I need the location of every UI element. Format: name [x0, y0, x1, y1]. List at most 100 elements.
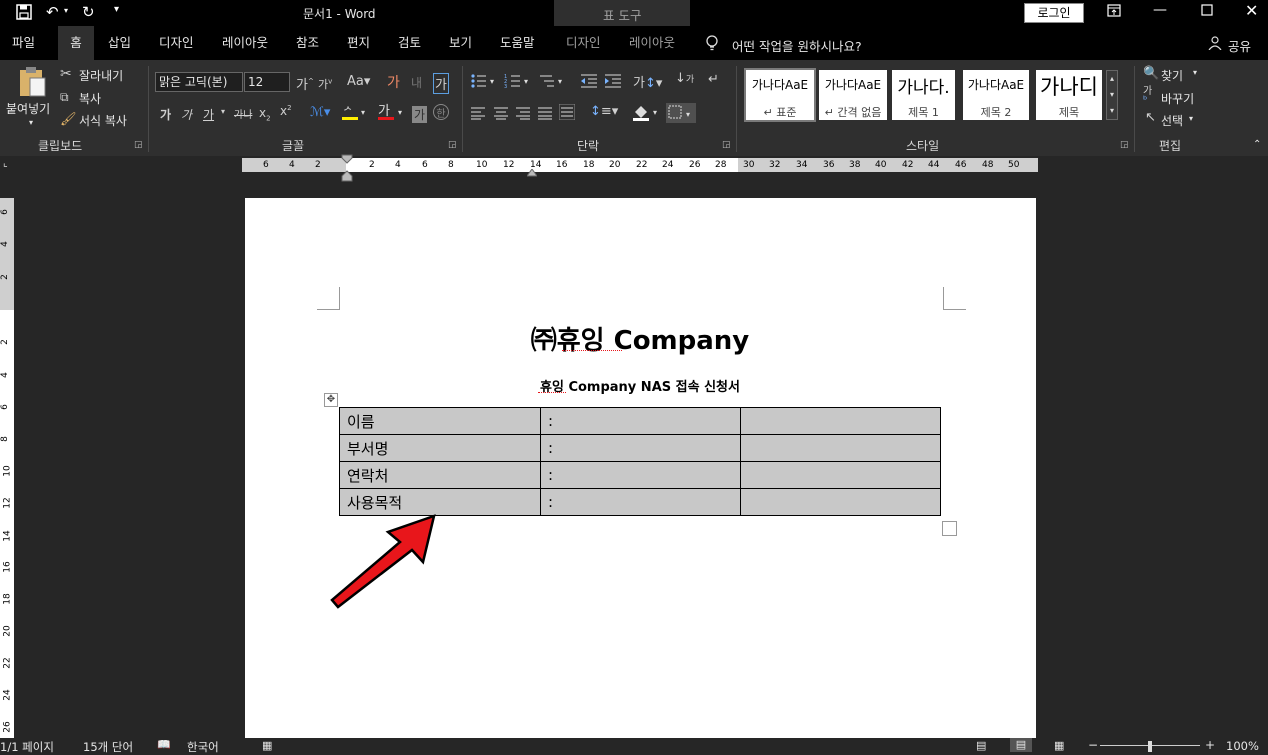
tab-layout[interactable]: 레이아웃	[222, 26, 268, 60]
save-icon[interactable]	[16, 4, 32, 24]
sort-icon[interactable]: ↓가	[675, 71, 694, 86]
clipboard-launcher-icon[interactable]: ◲	[134, 140, 143, 150]
find-button[interactable]: 찾기	[1161, 67, 1183, 84]
undo-icon[interactable]: ↶	[46, 3, 59, 21]
zoom-slider-thumb[interactable]	[1148, 741, 1152, 752]
paste-button[interactable]: 붙여넣기	[6, 100, 50, 117]
numbering-icon[interactable]: 1 2 3 ▾	[504, 73, 532, 92]
select-dropdown-icon[interactable]: ▾	[1189, 114, 1193, 123]
table-cell-value[interactable]	[740, 434, 941, 462]
ribbon-display-options-icon[interactable]	[1107, 4, 1121, 20]
select-button[interactable]: 선택	[1161, 112, 1183, 129]
style-title[interactable]: 가나디 제목	[1036, 70, 1102, 120]
tab-help[interactable]: 도움말	[500, 26, 535, 60]
maximize-icon[interactable]	[1201, 4, 1213, 19]
share-button[interactable]: 공유	[1228, 36, 1251, 55]
document-title[interactable]: ㈜휴잉 Company	[340, 320, 940, 357]
print-layout-icon[interactable]: ▤	[1010, 738, 1032, 752]
style-normal[interactable]: 가나다AaE ↵ 표준	[744, 68, 816, 122]
tab-review[interactable]: 검토	[398, 26, 421, 60]
tab-references[interactable]: 참조	[296, 26, 319, 60]
styles-launcher-icon[interactable]: ◲	[1120, 140, 1129, 150]
character-shading-icon[interactable]: 가	[412, 106, 428, 123]
tab-table-layout[interactable]: 레이아웃	[629, 26, 675, 60]
zoom-in-icon[interactable]: +	[1205, 738, 1215, 752]
table-cell-colon[interactable]: :	[540, 434, 741, 462]
align-right-icon[interactable]	[515, 106, 531, 123]
underline-icon[interactable]: 가	[203, 106, 214, 123]
page-count[interactable]: 1/1 페이지	[0, 739, 54, 755]
zoom-out-icon[interactable]: −	[1088, 738, 1098, 752]
collapse-ribbon-icon[interactable]: ⌃	[1253, 139, 1261, 150]
character-border-icon[interactable]: 가	[433, 73, 449, 94]
close-icon[interactable]: ✕	[1245, 1, 1258, 20]
decrease-indent-icon[interactable]	[580, 73, 598, 92]
undo-dropdown-icon[interactable]: ▾	[64, 6, 68, 15]
paste-icon[interactable]	[17, 66, 47, 101]
font-color-icon[interactable]: 가 ▾	[377, 103, 407, 124]
copy-button[interactable]: 복사	[79, 90, 101, 107]
superscript-icon[interactable]: x2	[280, 104, 292, 118]
font-size-select[interactable]: 12	[244, 72, 290, 92]
tab-insert[interactable]: 삽입	[108, 26, 131, 60]
underline-dropdown-icon[interactable]: ▾	[221, 107, 225, 116]
bold-icon[interactable]: 가	[160, 106, 171, 123]
column-marker[interactable]	[526, 166, 538, 180]
distributed-icon[interactable]	[558, 103, 576, 123]
tab-view[interactable]: 보기	[449, 26, 472, 60]
show-hide-marks-icon[interactable]: ↵	[708, 72, 719, 87]
italic-icon[interactable]: 가	[181, 106, 192, 123]
proofing-icon[interactable]: 📖	[157, 738, 171, 751]
highlight-icon[interactable]: ᄼ ▾	[341, 104, 371, 123]
table-cell-label[interactable]: 부서명	[339, 434, 541, 462]
replace-button[interactable]: 바꾸기	[1161, 90, 1194, 107]
style-no-spacing[interactable]: 가나다AaE ↵ 간격 없음	[819, 70, 887, 120]
first-line-indent-marker[interactable]	[341, 154, 353, 185]
redo-icon[interactable]: ↻	[82, 3, 95, 21]
language-indicator[interactable]: 한국어	[187, 739, 219, 755]
bullets-icon[interactable]: ▾	[470, 73, 498, 92]
minimize-icon[interactable]: —	[1153, 2, 1167, 18]
align-left-icon[interactable]	[470, 106, 486, 123]
person-icon[interactable]	[1208, 36, 1222, 53]
phonetic-guide-icon[interactable]: 내	[411, 74, 422, 91]
table-cell-value[interactable]	[740, 461, 941, 489]
shading-icon[interactable]: ▾	[632, 103, 662, 124]
style-heading-2[interactable]: 가나다AaE 제목 2	[963, 70, 1029, 120]
tab-selector-icon[interactable]: ⌞	[3, 158, 8, 169]
align-center-icon[interactable]	[493, 106, 509, 123]
style-heading-1[interactable]: 가나다. 제목 1	[892, 70, 955, 120]
text-effects-icon[interactable]: ℳ▾	[310, 105, 330, 120]
application-form-table[interactable]: 이름 : 부서명 : 연락처 : 사용목적 :	[339, 407, 941, 516]
justify-icon[interactable]	[537, 106, 553, 123]
web-layout-icon[interactable]: ▦	[1054, 739, 1064, 752]
change-case-icon[interactable]: Aa▾	[347, 74, 370, 89]
table-cell-colon[interactable]: :	[540, 488, 741, 516]
tab-design[interactable]: 디자인	[159, 26, 194, 60]
styles-gallery-scroll[interactable]: ▴ ▾ ▾	[1106, 70, 1118, 120]
asian-layout-icon[interactable]: 가↕▾	[633, 72, 662, 91]
paragraph-launcher-icon[interactable]: ◲	[722, 140, 731, 150]
cut-button[interactable]: 잘라내기	[79, 67, 123, 84]
strikethrough-icon[interactable]: 가나	[234, 106, 252, 121]
tell-me-search[interactable]: 어떤 작업을 원하시나요?	[732, 36, 862, 55]
table-cell-colon[interactable]: :	[540, 461, 741, 489]
customize-qat-icon[interactable]: ▾	[114, 4, 119, 15]
borders-icon[interactable]: ▾	[666, 103, 696, 123]
table-cell-label[interactable]: 연락처	[339, 461, 541, 489]
macro-recording-icon[interactable]: ▦	[262, 739, 272, 752]
zoom-level[interactable]: 100%	[1226, 739, 1259, 753]
font-name-select[interactable]: 맑은 고딕(본)	[155, 72, 243, 92]
paste-dropdown-icon[interactable]: ▾	[29, 118, 33, 127]
find-dropdown-icon[interactable]: ▾	[1193, 68, 1197, 77]
table-cell-value[interactable]	[740, 407, 941, 435]
font-launcher-icon[interactable]: ◲	[448, 140, 457, 150]
tab-file[interactable]: 파일	[12, 26, 35, 60]
tab-table-design[interactable]: 디자인	[566, 26, 601, 60]
increase-indent-icon[interactable]	[604, 73, 622, 92]
word-count[interactable]: 15개 단어	[83, 739, 133, 755]
format-painter-button[interactable]: 서식 복사	[79, 112, 127, 129]
shrink-font-icon[interactable]: 가v	[318, 76, 332, 92]
table-cell-value[interactable]	[740, 488, 941, 516]
line-spacing-icon[interactable]: ↕≡▾	[590, 104, 618, 119]
